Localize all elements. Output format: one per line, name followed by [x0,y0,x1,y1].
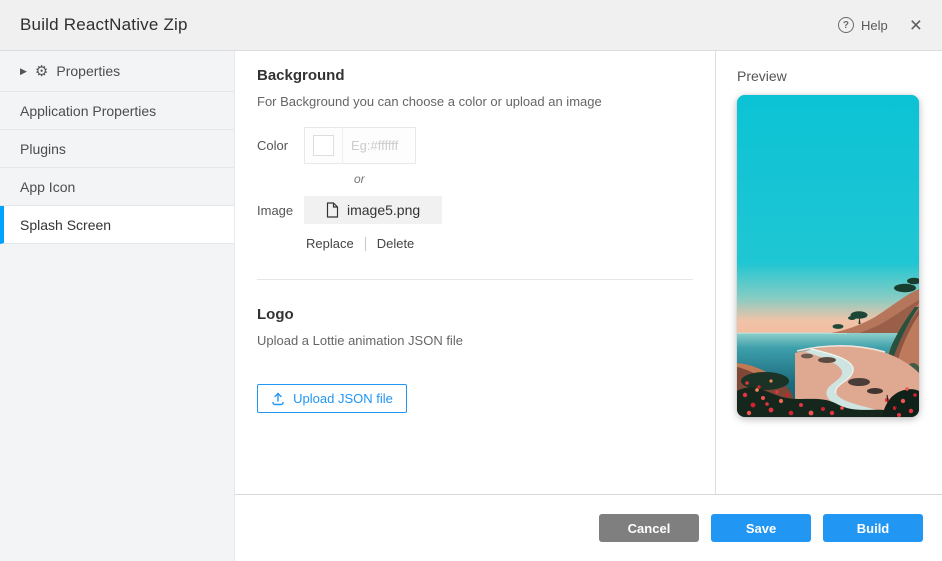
preview-image [737,95,919,417]
image-file-chip[interactable]: image5.png [304,196,442,224]
document-icon [326,202,339,218]
sidebar-item-properties[interactable]: ▶ ⚙ Properties [0,51,234,92]
header-actions: ? Help × [838,15,922,36]
color-input-group [304,127,416,164]
image-label: Image [257,203,304,218]
build-button[interactable]: Build [823,514,923,542]
background-section-description: For Background you can choose a color or… [257,94,693,109]
sidebar-item-label: Splash Screen [20,217,111,233]
chevron-right-icon[interactable]: ▶ [20,66,27,77]
preview-title: Preview [737,68,942,84]
sidebar-item-application-properties[interactable]: Application Properties [0,92,234,130]
delete-link[interactable]: Delete [377,236,415,251]
gear-icon: ⚙ [35,64,48,79]
splash-screen-settings: Background For Background you can choose… [235,51,716,494]
save-button[interactable]: Save [711,514,811,542]
upload-json-button[interactable]: Upload JSON file [257,384,407,413]
content-row: Background For Background you can choose… [235,51,942,494]
sidebar-item-label: Properties [56,63,120,79]
sidebar-item-label: Plugins [20,141,66,157]
dialog-header: Build ReactNative Zip ? Help × [0,0,942,51]
help-button[interactable]: ? Help [838,17,888,33]
sidebar-item-label: Application Properties [20,103,156,119]
sidebar-item-splash-screen[interactable]: Splash Screen [0,206,234,244]
logo-section-title: Logo [257,306,693,323]
logo-section-description: Upload a Lottie animation JSON file [257,333,693,348]
image-actions: Replace Delete [306,236,693,251]
dialog-footer: Cancel Save Build [235,494,942,561]
upload-json-label: Upload JSON file [293,391,393,406]
section-divider [257,279,693,280]
color-row: Color [257,127,693,164]
color-label: Color [257,138,304,153]
dialog-body: ▶ ⚙ Properties Application Properties Pl… [0,51,942,561]
upload-arrow-icon [271,392,285,406]
cancel-button[interactable]: Cancel [599,514,699,542]
build-reactnative-dialog: Build ReactNative Zip ? Help × ▶ ⚙ Prope… [0,0,942,561]
right-column: Background For Background you can choose… [235,51,942,561]
sidebar-item-app-icon[interactable]: App Icon [0,168,234,206]
divider [365,237,366,251]
or-text: or [354,172,693,186]
preview-panel: Preview [716,51,942,494]
image-row: Image image5.png [257,196,693,224]
color-input[interactable] [343,138,413,153]
image-filename: image5.png [347,202,420,218]
sidebar: ▶ ⚙ Properties Application Properties Pl… [0,51,235,561]
background-section-title: Background [257,67,693,84]
close-icon[interactable]: × [910,15,922,36]
color-swatch[interactable] [313,135,334,156]
dialog-title: Build ReactNative Zip [20,15,188,35]
help-label: Help [861,18,888,33]
replace-link[interactable]: Replace [306,236,354,251]
help-icon: ? [838,17,854,33]
sidebar-item-plugins[interactable]: Plugins [0,130,234,168]
sidebar-item-label: App Icon [20,179,75,195]
